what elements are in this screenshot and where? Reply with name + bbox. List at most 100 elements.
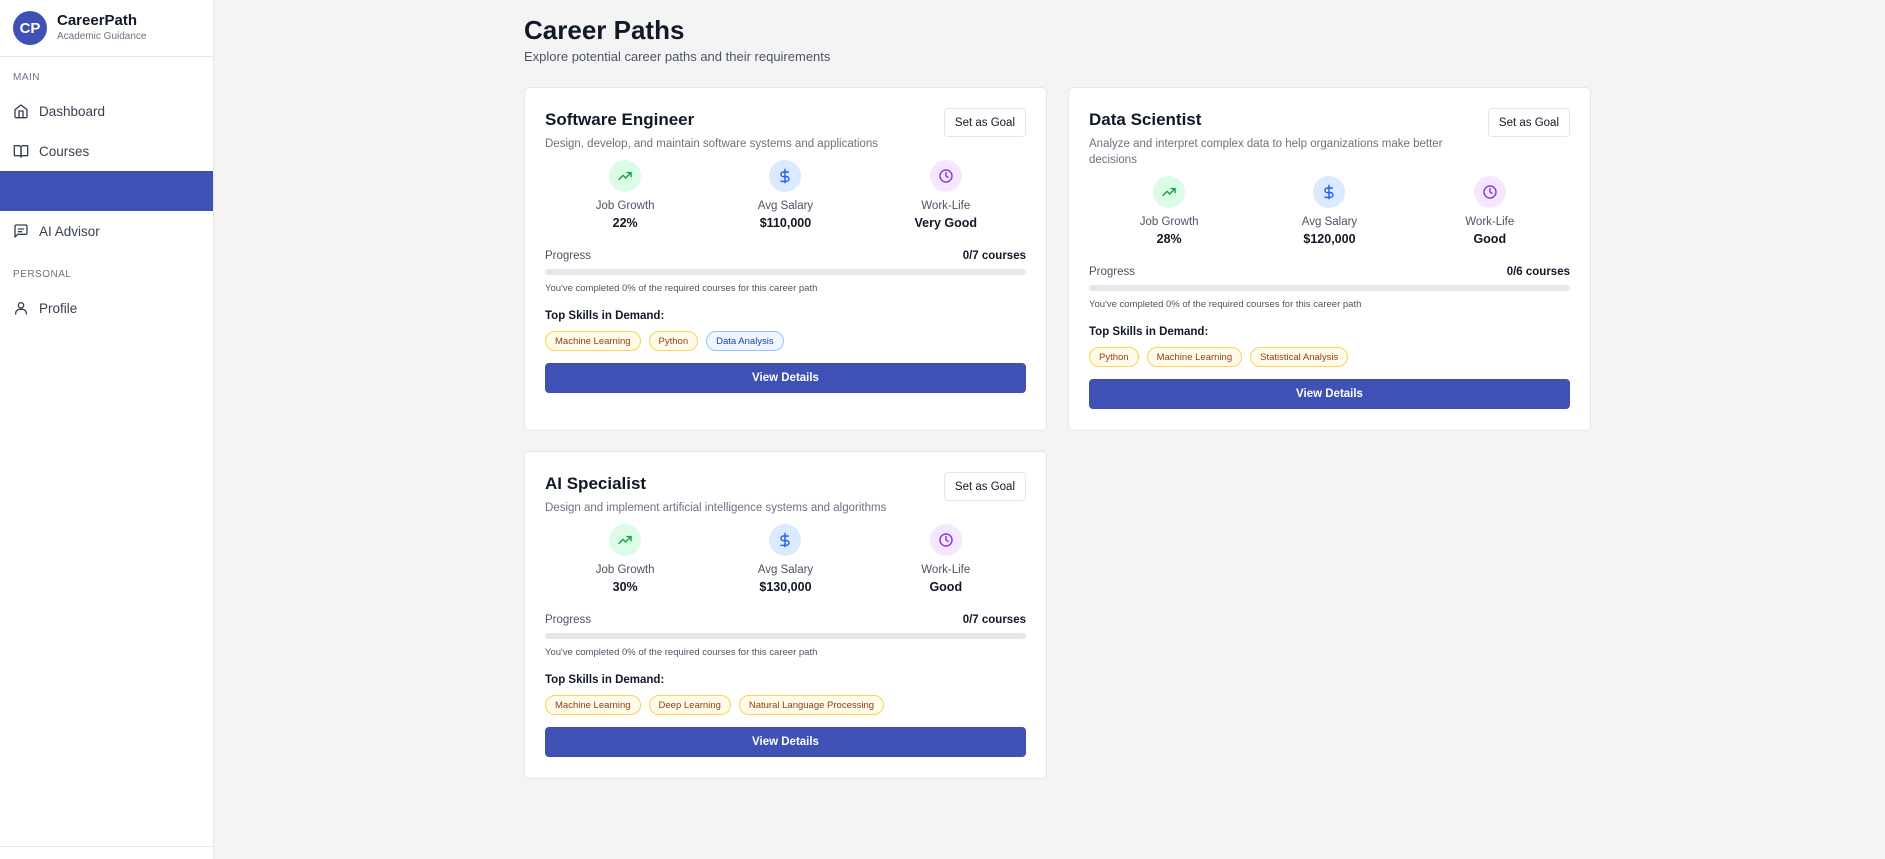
trending-up-icon [1153, 176, 1186, 208]
stat-work-life: Work-Life Good [1410, 176, 1570, 249]
card-title: Data Scientist [1089, 110, 1202, 129]
skill-tag: Python [1089, 347, 1139, 367]
skills-title: Top Skills in Demand: [545, 310, 665, 322]
skill-tag: Natural Language Processing [738, 695, 885, 715]
skills-title: Top Skills in Demand: [545, 674, 665, 686]
skill-tag: Machine Learning [545, 331, 641, 351]
brand-name: CareerPath [57, 12, 138, 29]
career-card-software-engineer: Software Engineer Design, develop, and m… [524, 87, 1047, 431]
progress-count: 0/6 courses [1506, 266, 1570, 278]
page-title: Career Paths [524, 15, 685, 45]
message-icon [13, 223, 29, 239]
sidebar-item-profile[interactable]: Profile [0, 288, 213, 328]
view-details-button[interactable]: View Details [1089, 379, 1570, 409]
stat-label: Avg Salary [757, 200, 814, 212]
skill-tag: Python [648, 331, 699, 351]
book-icon [13, 143, 29, 159]
stat-avg-salary: Avg Salary $110,000 [705, 160, 865, 233]
progress-note: You've completed 0% of the required cour… [545, 647, 818, 658]
stat-work-life: Work-Life Very Good [866, 160, 1026, 233]
brand-text: CareerPath Academic Guidance [57, 12, 147, 44]
stats-row: Job Growth 28% Avg Salary $120,000 Work-… [1089, 176, 1570, 249]
stat-value: Good [929, 580, 963, 594]
card-description: Analyze and interpret complex data to he… [1089, 138, 1443, 166]
stat-work-life: Work-Life Good [866, 524, 1026, 597]
progress-bar [545, 269, 1026, 275]
stat-value: 22% [612, 216, 638, 230]
progress-note: You've completed 0% of the required cour… [1089, 299, 1362, 310]
stat-value: Good [1473, 232, 1507, 246]
sidebar-item-label: Courses [39, 143, 90, 159]
progress-row: Progress 0/6 courses [1089, 266, 1570, 278]
stat-job-growth: Job Growth 28% [1089, 176, 1249, 249]
sidebar-item-career-paths[interactable] [0, 171, 213, 211]
progress-row: Progress 0/7 courses [545, 614, 1026, 626]
stat-value: $110,000 [759, 216, 812, 230]
stat-label: Work-Life [921, 200, 971, 212]
card-title: AI Specialist [545, 474, 647, 493]
set-goal-button[interactable]: Set as Goal [943, 472, 1026, 501]
stat-value: $130,000 [759, 580, 812, 594]
brand-subtitle: Academic Guidance [57, 31, 147, 42]
sidebar-item-courses[interactable]: Courses [0, 131, 213, 171]
card-description: Design, develop, and maintain software s… [545, 138, 879, 150]
stat-value: 30% [612, 580, 638, 594]
stat-value: 28% [1156, 232, 1182, 246]
card-description: Design and implement artificial intellig… [545, 502, 887, 514]
nav-section-personal: PERSONAL [13, 269, 72, 280]
stat-job-growth: Job Growth 30% [545, 524, 705, 597]
sidebar-item-ai-advisor[interactable]: AI Advisor [0, 211, 213, 251]
skill-tag: Statistical Analysis [1250, 347, 1349, 367]
skills-list: Machine Learning Deep Learning Natural L… [545, 695, 885, 715]
card-title: Software Engineer [545, 110, 695, 129]
stats-row: Job Growth 22% Avg Salary $110,000 Work-… [545, 160, 1026, 233]
skills-title: Top Skills in Demand: [1089, 326, 1209, 338]
stat-avg-salary: Avg Salary $120,000 [1249, 176, 1409, 249]
sidebar-item-label: Dashboard [39, 103, 106, 119]
brand-logo: CP [13, 11, 47, 45]
trending-up-icon [609, 524, 642, 556]
progress-note: You've completed 0% of the required cour… [545, 283, 818, 294]
progress-count: 0/7 courses [962, 250, 1026, 262]
page-subtitle: Explore potential career paths and their… [524, 49, 831, 64]
progress-bar [545, 633, 1026, 639]
stat-value: Very Good [914, 216, 978, 230]
clock-icon [929, 160, 962, 192]
home-icon [13, 103, 29, 119]
progress-bar [1089, 285, 1570, 291]
stat-label: Avg Salary [1301, 216, 1358, 228]
sidebar-item-dashboard[interactable]: Dashboard [0, 91, 213, 131]
sidebar-item-label: Profile [39, 300, 78, 316]
skill-tag: Machine Learning [545, 695, 641, 715]
career-card-ai-specialist: AI Specialist Design and implement artif… [524, 451, 1047, 779]
progress-row: Progress 0/7 courses [545, 250, 1026, 262]
clock-icon [929, 524, 962, 556]
dollar-icon [1313, 176, 1346, 208]
stat-label: Work-Life [1465, 216, 1515, 228]
set-goal-button[interactable]: Set as Goal [943, 108, 1026, 137]
stat-label: Work-Life [921, 564, 971, 576]
stat-value: $120,000 [1303, 232, 1356, 246]
skill-tag: Data Analysis [706, 331, 784, 351]
stat-avg-salary: Avg Salary $130,000 [705, 524, 865, 597]
skill-tag: Machine Learning [1146, 347, 1243, 367]
stats-row: Job Growth 30% Avg Salary $130,000 Work-… [545, 524, 1026, 597]
user-icon [13, 300, 29, 316]
skill-tag: Deep Learning [648, 695, 731, 715]
set-goal-button[interactable]: Set as Goal [1487, 108, 1570, 137]
skills-list: Python Machine Learning Statistical Anal… [1089, 347, 1349, 367]
progress-label: Progress [545, 250, 592, 262]
view-details-button[interactable]: View Details [545, 363, 1026, 393]
view-details-button[interactable]: View Details [545, 727, 1026, 757]
progress-count: 0/7 courses [962, 614, 1026, 626]
sidebar-divider [0, 846, 214, 847]
dollar-icon [769, 160, 802, 192]
progress-label: Progress [545, 614, 592, 626]
stat-label: Job Growth [595, 200, 655, 212]
progress-label: Progress [1089, 266, 1136, 278]
skills-list: Machine Learning Python Data Analysis [545, 331, 784, 351]
clock-icon [1473, 176, 1506, 208]
stat-label: Job Growth [595, 564, 655, 576]
sidebar-item-label: AI Advisor [39, 223, 100, 239]
sidebar: CP CareerPath Academic Guidance MAIN Das… [0, 0, 214, 859]
